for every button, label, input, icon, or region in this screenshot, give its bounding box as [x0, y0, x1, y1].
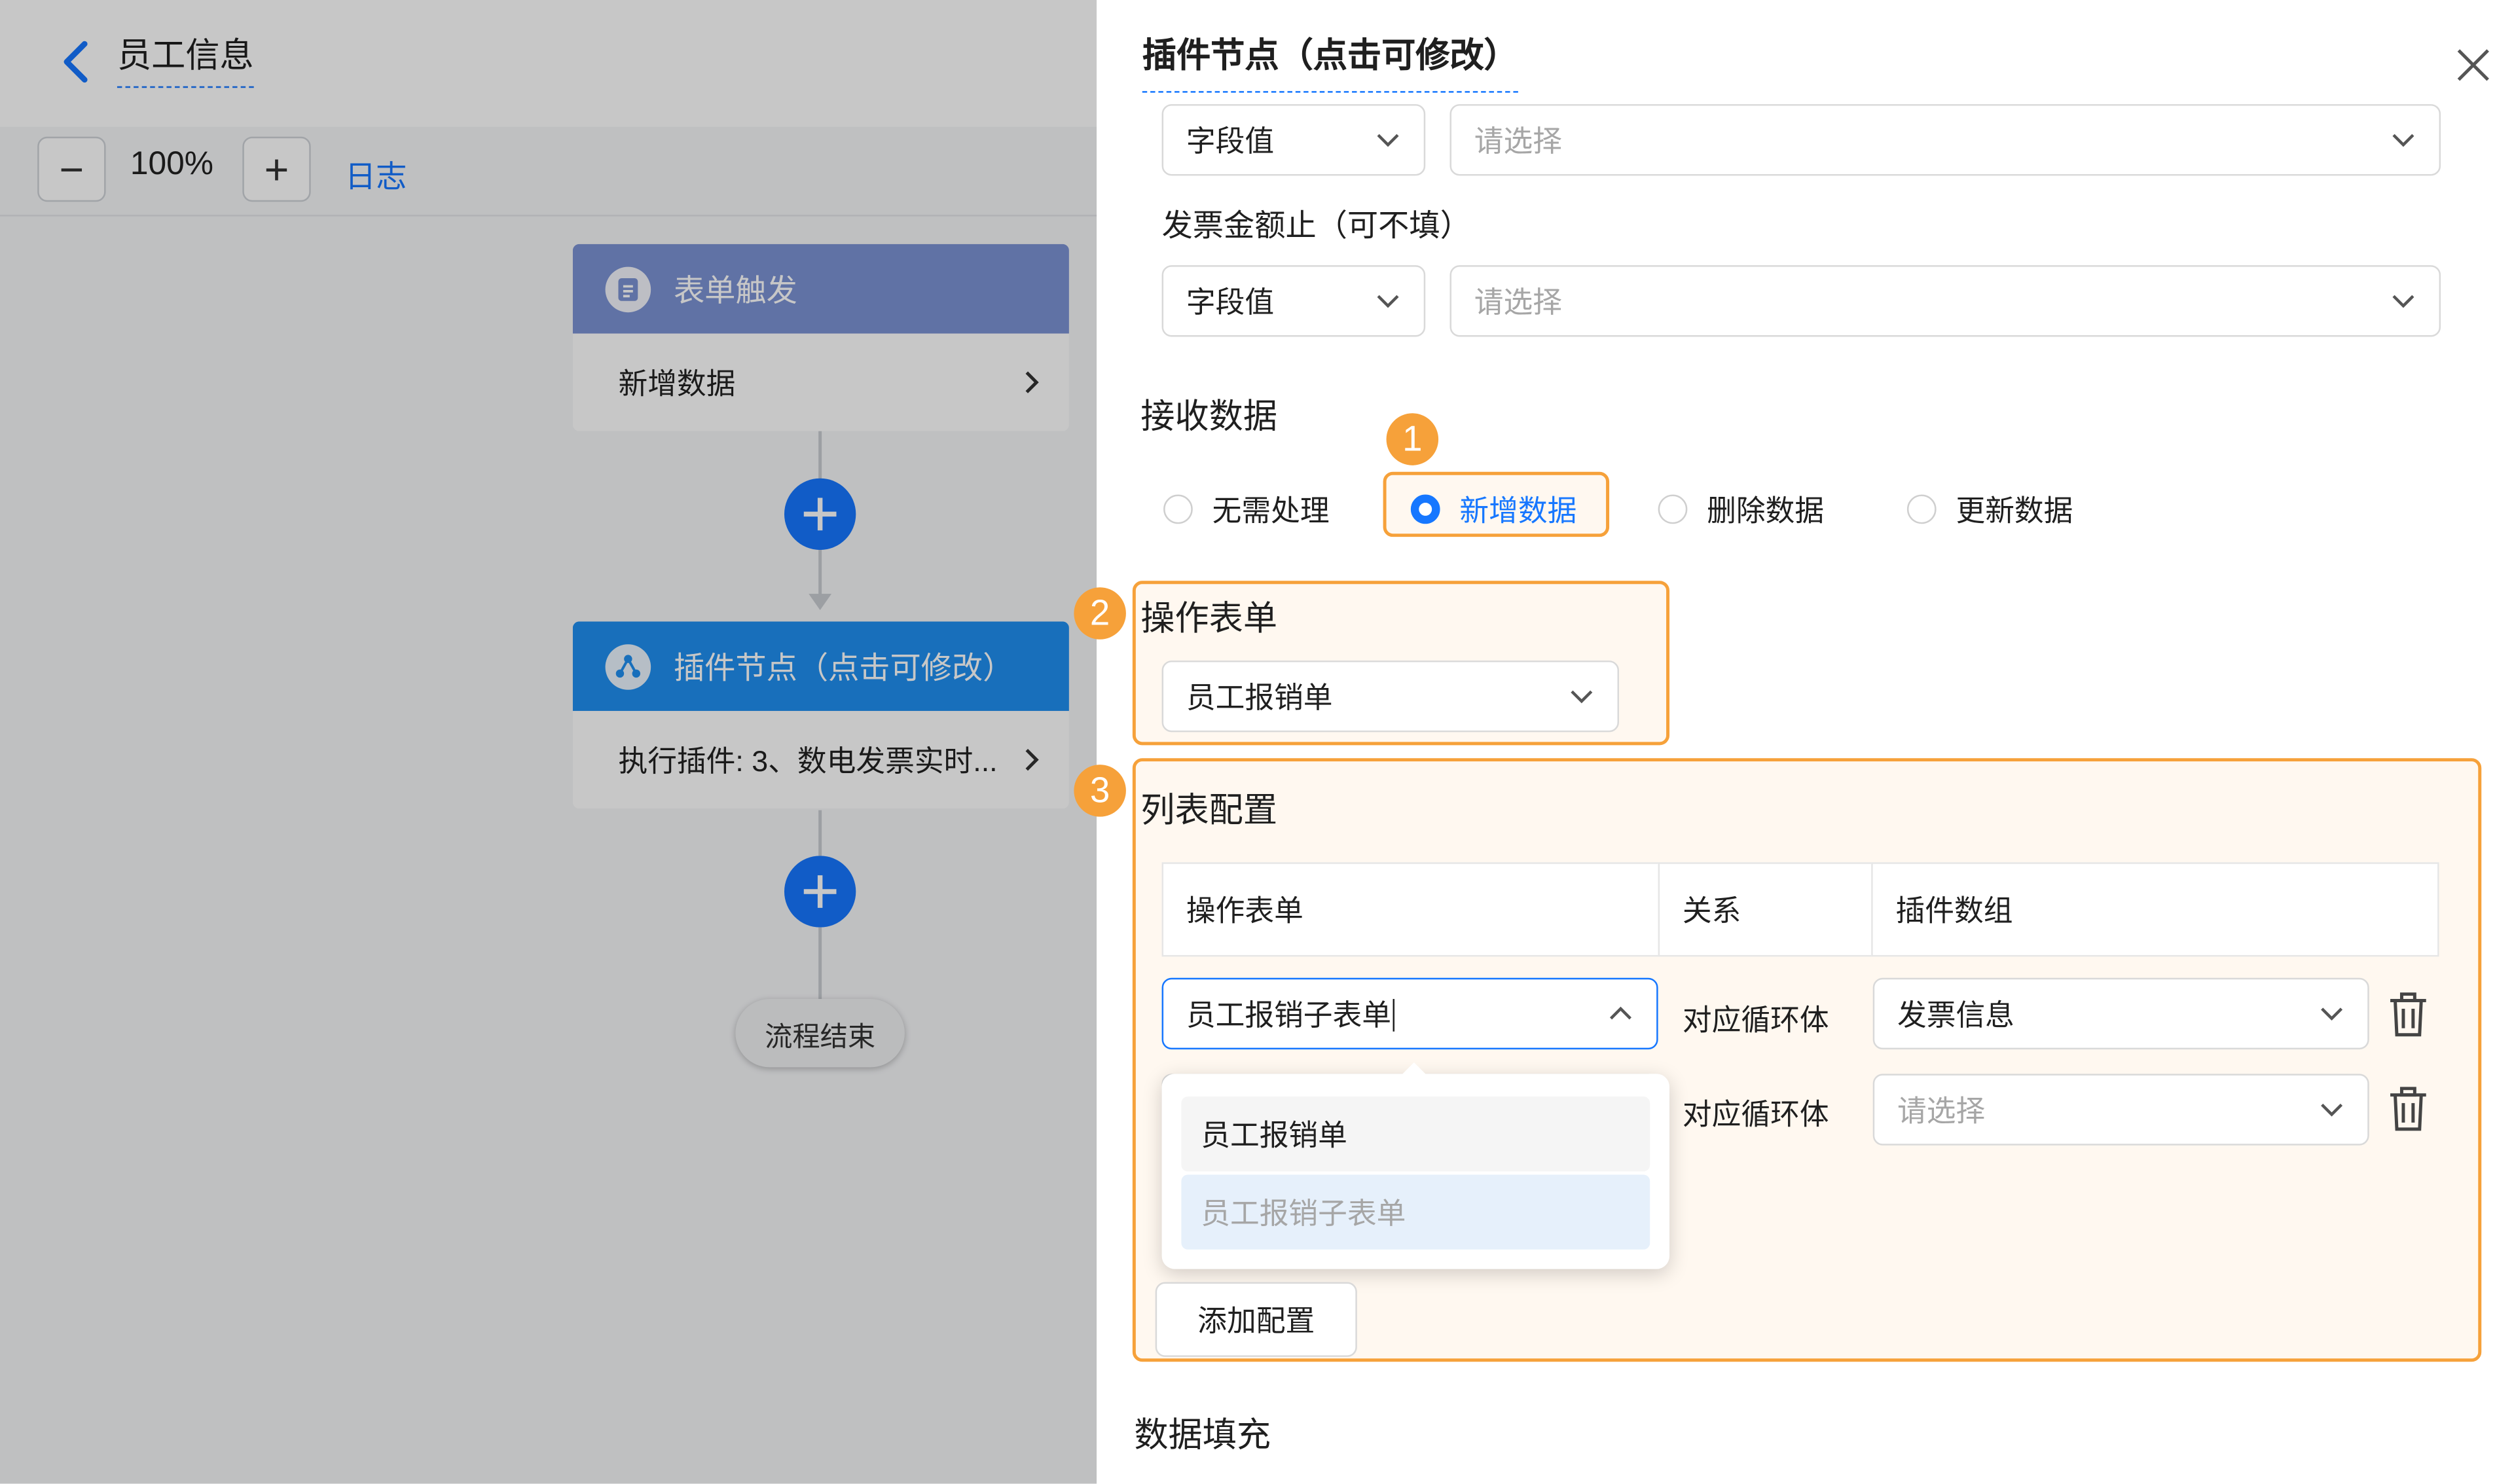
operation-form-select[interactable]: 员工报销单	[1161, 661, 1619, 733]
radio-update-data[interactable]: 更新数据	[1906, 488, 2073, 531]
chevron-down-icon	[1377, 295, 1399, 308]
radio-circle	[1906, 494, 1937, 524]
row-array-select[interactable]: 发票信息	[1872, 977, 2369, 1050]
receive-data-title: 接收数据	[1140, 398, 1278, 437]
radio-delete-data[interactable]: 删除数据	[1658, 488, 1825, 531]
radio-add-data[interactable]: 新增数据	[1410, 488, 1577, 531]
column-header-relation: 关系	[1658, 862, 1873, 957]
radio-no-action[interactable]: 无需处理	[1163, 488, 1330, 531]
radio-circle	[1658, 494, 1688, 524]
step-badge-2: 2	[1074, 587, 1126, 640]
operation-form-title: 操作表单	[1140, 600, 1278, 638]
form-dropdown-menu: 员工报销单 员工报销子表单	[1161, 1062, 1670, 1269]
settings-drawer: 插件节点（点击可修改） 字段值 请选择 发票金额止（可不填） 字段值 请选择 接…	[1074, 0, 2514, 1484]
chevron-up-icon	[1609, 1006, 1631, 1020]
field-type-value: 字段值	[1186, 125, 1275, 158]
field-type-value: 字段值	[1186, 286, 1275, 319]
field-type-select[interactable]: 字段值	[1161, 104, 1426, 176]
radio-circle-checked	[1410, 494, 1440, 524]
field-value-placeholder: 请选择	[1474, 125, 1562, 158]
flow-canvas: 员工信息 − 100% + 日志 表单触发 新增数据 插件节点（点击可修改） 执…	[0, 0, 1097, 1484]
field-value-select[interactable]: 请选择	[1449, 265, 2441, 337]
radio-label: 删除数据	[1707, 494, 1825, 528]
chevron-down-icon	[2392, 134, 2414, 147]
field-type-select[interactable]: 字段值	[1161, 265, 1426, 337]
chevron-down-icon	[2321, 1007, 2343, 1021]
field-value-placeholder: 请选择	[1474, 286, 1562, 319]
trash-icon[interactable]	[2387, 1087, 2430, 1132]
trash-icon[interactable]	[2387, 992, 2430, 1038]
text-cursor: ​	[1393, 999, 1394, 1032]
chevron-down-icon	[1377, 134, 1399, 147]
radio-circle	[1163, 494, 1193, 524]
chevron-down-icon	[2321, 1104, 2343, 1117]
row-form-select[interactable]: 员工报销子表单​	[1161, 977, 1658, 1050]
close-icon[interactable]	[2454, 46, 2493, 85]
dropdown-option-selected[interactable]: 员工报销子表单	[1181, 1174, 1650, 1250]
chevron-down-icon	[2392, 295, 2414, 308]
row-array-select[interactable]: 请选择	[1872, 1074, 2369, 1146]
highlight-box-3	[1132, 758, 2482, 1362]
add-config-button[interactable]: 添加配置	[1155, 1282, 1357, 1357]
column-header-plugin-array: 插件数组	[1871, 862, 2439, 957]
drawer-title: 插件节点（点击可修改）	[1142, 33, 1518, 93]
data-fill-title: 数据填充	[1134, 1417, 1271, 1455]
column-header-form: 操作表单	[1161, 862, 1660, 957]
row-relation: 对应循环体	[1682, 1098, 1829, 1131]
modal-overlay[interactable]	[0, 0, 1097, 1484]
row-form-value: 员工报销子表单​	[1186, 992, 1394, 1035]
radio-label: 新增数据	[1459, 494, 1577, 528]
dropdown-option[interactable]: 员工报销单	[1181, 1096, 1650, 1172]
field-value-select[interactable]: 请选择	[1449, 104, 2441, 176]
invoice-amount-end-label: 发票金额止（可不填）	[1161, 209, 1471, 244]
row-form-text: 员工报销子表单	[1186, 999, 1392, 1032]
radio-label: 无需处理	[1212, 494, 1330, 528]
row-array-placeholder: 请选择	[1897, 1095, 1986, 1128]
step-badge-1: 1	[1386, 413, 1439, 465]
list-config-title: 列表配置	[1140, 792, 1278, 830]
step-badge-3: 3	[1074, 765, 1126, 817]
row-relation: 对应循环体	[1682, 1004, 1829, 1037]
row-array-value: 发票信息	[1897, 999, 2014, 1032]
operation-form-value: 员工报销单	[1186, 681, 1333, 715]
radio-label: 更新数据	[1956, 494, 2073, 528]
dropdown-caret	[1399, 1062, 1429, 1077]
chevron-down-icon	[1571, 690, 1593, 704]
